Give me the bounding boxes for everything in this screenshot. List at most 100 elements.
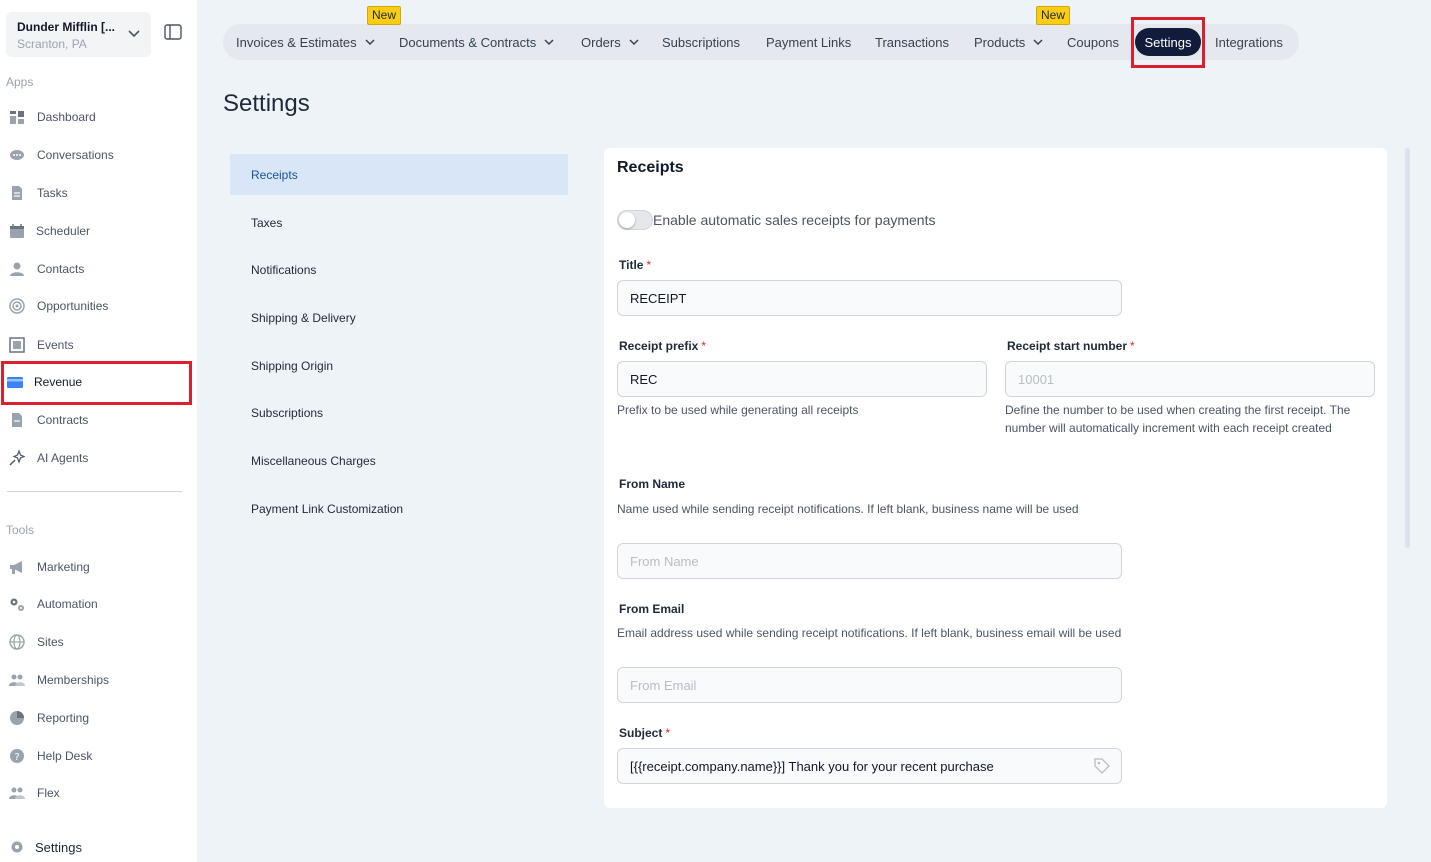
tab-label: Coupons	[1067, 34, 1120, 50]
sparkle-icon	[9, 450, 25, 466]
chevron-down-icon	[1033, 39, 1043, 46]
target-icon	[9, 298, 25, 314]
required-mark: *	[665, 726, 671, 740]
people-icon	[9, 787, 25, 799]
sidebar-item-contracts[interactable]: Contracts	[0, 405, 197, 435]
from-name-label: From Name	[619, 477, 686, 491]
sidebar-item-label: Conversations	[37, 148, 114, 162]
sidebar-item-contacts[interactable]: Contacts	[0, 254, 197, 284]
page-title: Settings	[223, 90, 310, 117]
receipt-prefix-label: Receipt prefix *	[619, 339, 706, 353]
sidebar-item-opportunities[interactable]: Opportunities	[0, 291, 197, 321]
sidebar-item-settings[interactable]: Settings	[0, 832, 197, 862]
sidebar-item-label: Tasks	[37, 186, 68, 200]
sidebar-item-automation[interactable]: Automation	[0, 589, 197, 619]
tab-transactions[interactable]: Transactions	[875, 24, 949, 60]
tag-icon[interactable]	[1094, 758, 1110, 774]
sidebar-item-conversations[interactable]: Conversations	[0, 140, 197, 170]
receipt-start-number-input[interactable]	[1005, 361, 1375, 397]
tab-payment-links[interactable]: Payment Links	[766, 24, 851, 60]
sidebar-item-sites[interactable]: Sites	[0, 627, 197, 657]
sidebar-item-label: Help Desk	[37, 749, 93, 763]
sidebar-divider	[7, 491, 182, 492]
sidebar-item-dashboard[interactable]: Dashboard	[0, 102, 197, 132]
sidebar-item-memberships[interactable]: Memberships	[0, 665, 197, 695]
chat-icon	[10, 150, 24, 160]
location-subtitle: Scranton, PA	[17, 37, 87, 51]
calendar-icon	[10, 224, 24, 238]
required-mark: *	[1130, 339, 1135, 353]
required-mark: *	[701, 339, 707, 353]
title-input[interactable]	[617, 280, 1122, 316]
subject-input[interactable]	[617, 748, 1122, 784]
sidebar-item-label: Flex	[37, 786, 60, 800]
tab-label: Invoices & Estimates	[236, 34, 357, 50]
sidebar-item-marketing[interactable]: Marketing	[0, 552, 197, 582]
auto-receipts-toggle-label: Enable automatic sales receipts for paym…	[653, 212, 936, 228]
megaphone-icon	[10, 561, 22, 574]
tab-label: Payment Links	[766, 34, 852, 50]
sidebar-item-label: Events	[37, 338, 74, 352]
from-email-label: From Email	[619, 602, 685, 616]
events-icon	[9, 337, 25, 353]
help-icon: ?	[10, 749, 24, 763]
location-switcher[interactable]: Dunder Mifflin [... Scranton, PA	[6, 12, 151, 57]
sidebar-item-scheduler[interactable]: Scheduler	[0, 216, 197, 246]
settings-menu-shipping-delivery[interactable]: Shipping & Delivery	[230, 297, 568, 338]
sidebar-item-tasks[interactable]: Tasks	[0, 178, 197, 208]
receipt-prefix-input[interactable]	[617, 361, 987, 397]
settings-menu-taxes[interactable]: Taxes	[230, 202, 568, 243]
sidebar-item-label: Opportunities	[37, 299, 109, 313]
label-text: Receipt prefix	[619, 339, 699, 353]
label-text: Subject	[619, 726, 663, 740]
sidebar-item-label: Settings	[35, 840, 82, 855]
sidebar-item-label: AI Agents	[37, 451, 89, 465]
sidebar-item-reporting[interactable]: Reporting	[0, 703, 197, 733]
location-name: Dunder Mifflin [...	[17, 20, 115, 34]
sidebar-item-label: Automation	[37, 597, 98, 611]
gears-icon	[10, 598, 24, 611]
tab-label: Transactions	[875, 34, 949, 50]
receipts-card-title: Receipts	[617, 159, 684, 176]
from-email-input[interactable]	[617, 667, 1122, 703]
settings-menu-shipping-origin[interactable]: Shipping Origin	[230, 345, 568, 386]
settings-menu-receipts[interactable]: Receipts	[230, 154, 568, 195]
sidebar-item-help-desk[interactable]: ? Help Desk	[0, 741, 197, 771]
user-icon	[10, 262, 24, 276]
sidebar-item-label: Dashboard	[37, 110, 96, 124]
tab-products[interactable]: Products	[974, 24, 1043, 60]
chevron-down-icon	[629, 39, 639, 46]
sidebar-item-flex[interactable]: Flex	[0, 778, 197, 808]
auto-receipts-toggle[interactable]	[617, 210, 653, 230]
sidebar-collapse-icon[interactable]	[164, 24, 182, 40]
tab-invoices-estimates[interactable]: Invoices & Estimates	[236, 24, 375, 60]
receipt-start-number-help: Define the number to be used when creati…	[1005, 403, 1351, 435]
tab-label: Subscriptions	[662, 34, 741, 50]
sidebar-item-label: Scheduler	[36, 224, 91, 238]
svg-text:?: ?	[14, 752, 19, 763]
label-text: Receipt start number	[1007, 339, 1128, 353]
globe-icon	[9, 634, 25, 650]
sidebar: Dunder Mifflin [... Scranton, PA Apps Da…	[0, 0, 197, 862]
sidebar-item-label: Reporting	[37, 711, 90, 725]
document-icon	[12, 413, 22, 427]
required-mark: *	[646, 258, 652, 272]
gear-icon	[11, 841, 23, 853]
settings-menu-payment-link-customization[interactable]: Payment Link Customization	[230, 488, 568, 529]
settings-menu-subscriptions[interactable]: Subscriptions	[230, 392, 568, 433]
tab-integrations[interactable]: Integrations	[1215, 24, 1283, 60]
tab-orders[interactable]: Orders	[581, 24, 639, 60]
title-field-label: Title *	[619, 258, 651, 272]
tab-documents-contracts[interactable]: Documents & Contracts	[399, 24, 554, 60]
from-name-input[interactable]	[617, 543, 1122, 579]
subject-label: Subject *	[619, 726, 670, 740]
content-scrollbar[interactable]	[1405, 148, 1410, 548]
sidebar-item-ai-agents[interactable]: AI Agents	[0, 443, 197, 473]
tab-coupons[interactable]: Coupons	[1067, 24, 1119, 60]
new-badge: New	[1036, 6, 1071, 25]
revenue-highlight-box	[1, 361, 192, 405]
tab-subscriptions[interactable]: Subscriptions	[662, 24, 740, 60]
sidebar-item-events[interactable]: Events	[0, 330, 197, 360]
settings-menu-misc-charges[interactable]: Miscellaneous Charges	[230, 440, 568, 481]
settings-menu-notifications[interactable]: Notifications	[230, 249, 568, 290]
